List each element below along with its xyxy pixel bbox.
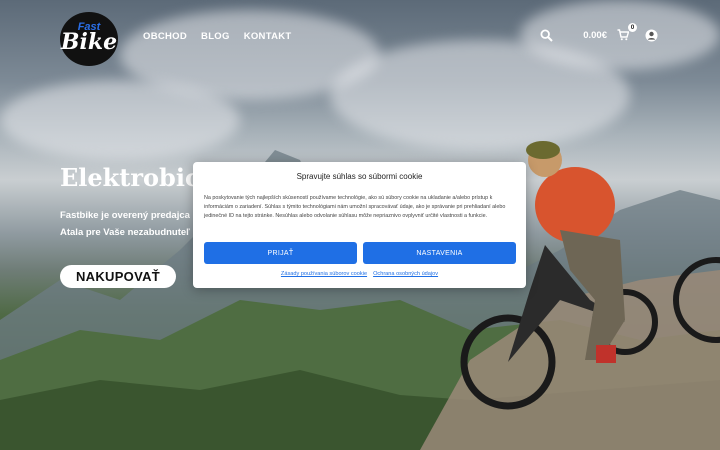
hero-description: Fastbike je overený predajca Atala pre V…: [60, 207, 190, 241]
nav-item-kontakt[interactable]: KONTAKT: [244, 31, 292, 42]
cart-total[interactable]: 0.00€: [583, 30, 607, 41]
cookie-consent-dialog: Spravujte súhlas so súbormi cookie Na po…: [193, 162, 526, 288]
site-logo[interactable]: Fast Bike: [60, 12, 118, 66]
cookie-policy-link[interactable]: Zásady používania súborov cookie: [281, 271, 367, 277]
cookie-dialog-title: Spravujte súhlas so súbormi cookie: [296, 172, 423, 181]
cart-button[interactable]: 0: [617, 23, 637, 42]
search-icon[interactable]: [540, 28, 553, 42]
main-nav: OBCHOD BLOG KONTAKT: [143, 31, 292, 42]
cart-icon: [617, 29, 630, 41]
privacy-policy-link[interactable]: Ochrana osobných údajov: [373, 271, 438, 277]
hero-description-line: Fastbike je overený predajca: [60, 210, 190, 221]
nav-item-blog[interactable]: BLOG: [201, 31, 230, 42]
cookie-settings-button[interactable]: NASTAVENIA: [363, 242, 516, 264]
site-header: Fast Bike OBCHOD BLOG KONTAKT 0.00€ 0: [0, 0, 720, 78]
nav-item-obchod[interactable]: OBCHOD: [143, 31, 187, 42]
cookie-links: Zásady používania súborov cookie Ochrana…: [193, 271, 526, 277]
hero-description-line: Atala pre Vaše nezabudnuteľ: [60, 227, 190, 238]
cookie-dialog-text: Na poskytovanie tých najlepších skúsenos…: [204, 195, 506, 220]
cart-count-badge: 0: [628, 23, 637, 32]
account-icon[interactable]: [645, 29, 658, 42]
shop-button[interactable]: NAKUPOVAŤ: [60, 265, 176, 288]
header-actions: 0.00€ 0: [540, 23, 658, 42]
logo-bottom-text: Bike: [60, 29, 118, 55]
accept-cookies-button[interactable]: PRIJAŤ: [204, 242, 357, 264]
